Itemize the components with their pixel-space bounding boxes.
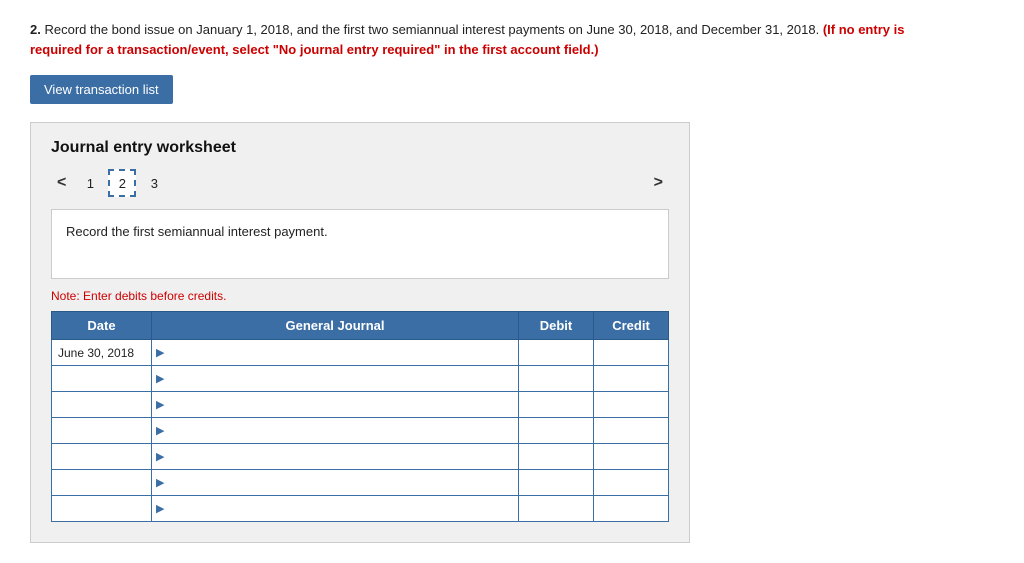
table-row: ▶ — [52, 444, 669, 470]
gj-cell-5[interactable]: ▶ — [152, 470, 519, 496]
header-debit: Debit — [519, 312, 594, 340]
debit-cell-5[interactable] — [519, 470, 594, 496]
header-credit: Credit — [594, 312, 669, 340]
gj-cell-6[interactable]: ▶ — [152, 496, 519, 522]
description-box: Record the first semiannual interest pay… — [51, 209, 669, 279]
date-cell-2[interactable] — [52, 392, 152, 418]
tab-3[interactable]: 3 — [140, 169, 168, 197]
table-row: ▶ — [52, 470, 669, 496]
gj-cell-2[interactable]: ▶ — [152, 392, 519, 418]
nav-right-arrow[interactable]: > — [648, 172, 669, 194]
nav-left-arrow[interactable]: < — [51, 172, 72, 194]
credit-cell-4[interactable] — [594, 444, 669, 470]
gj-arrow-1: ▶ — [156, 372, 164, 385]
tab-2[interactable]: 2 — [108, 169, 136, 197]
debit-cell-2[interactable] — [519, 392, 594, 418]
description-text: Record the first semiannual interest pay… — [66, 224, 328, 239]
credit-cell-0[interactable] — [594, 340, 669, 366]
tab-navigation: < 1 2 3 > — [51, 169, 669, 197]
gj-arrow-2: ▶ — [156, 398, 164, 411]
debit-cell-0[interactable] — [519, 340, 594, 366]
gj-cell-0[interactable]: ▶ — [152, 340, 519, 366]
gj-arrow-3: ▶ — [156, 424, 164, 437]
table-header-row: Date General Journal Debit Credit — [52, 312, 669, 340]
worksheet-title: Journal entry worksheet — [51, 139, 669, 157]
table-row: ▶ — [52, 418, 669, 444]
date-cell-3[interactable] — [52, 418, 152, 444]
credit-cell-5[interactable] — [594, 470, 669, 496]
tab-1[interactable]: 1 — [76, 169, 104, 197]
table-row: ▶ — [52, 496, 669, 522]
credit-cell-3[interactable] — [594, 418, 669, 444]
gj-cell-1[interactable]: ▶ — [152, 366, 519, 392]
debit-cell-6[interactable] — [519, 496, 594, 522]
table-row: June 30, 2018 ▶ — [52, 340, 669, 366]
table-row: ▶ — [52, 366, 669, 392]
date-cell-5[interactable] — [52, 470, 152, 496]
header-date: Date — [52, 312, 152, 340]
date-cell-0[interactable]: June 30, 2018 — [52, 340, 152, 366]
instruction-main: Record the bond issue on January 1, 2018… — [44, 22, 819, 37]
debit-cell-1[interactable] — [519, 366, 594, 392]
instruction-number: 2. — [30, 22, 41, 37]
date-cell-6[interactable] — [52, 496, 152, 522]
gj-cell-3[interactable]: ▶ — [152, 418, 519, 444]
gj-arrow-5: ▶ — [156, 476, 164, 489]
gj-arrow-0: ▶ — [156, 346, 164, 359]
journal-table: Date General Journal Debit Credit June 3… — [51, 311, 669, 522]
credit-cell-6[interactable] — [594, 496, 669, 522]
header-general-journal: General Journal — [152, 312, 519, 340]
credit-cell-2[interactable] — [594, 392, 669, 418]
date-cell-4[interactable] — [52, 444, 152, 470]
instruction-paragraph: 2. Record the bond issue on January 1, 2… — [30, 20, 930, 59]
note-text: Note: Enter debits before credits. — [51, 289, 669, 303]
date-cell-1[interactable] — [52, 366, 152, 392]
credit-cell-1[interactable] — [594, 366, 669, 392]
gj-cell-4[interactable]: ▶ — [152, 444, 519, 470]
view-transaction-button[interactable]: View transaction list — [30, 75, 173, 104]
debit-cell-4[interactable] — [519, 444, 594, 470]
debit-cell-3[interactable] — [519, 418, 594, 444]
table-row: ▶ — [52, 392, 669, 418]
gj-arrow-4: ▶ — [156, 450, 164, 463]
worksheet-container: Journal entry worksheet < 1 2 3 > Record… — [30, 122, 690, 543]
